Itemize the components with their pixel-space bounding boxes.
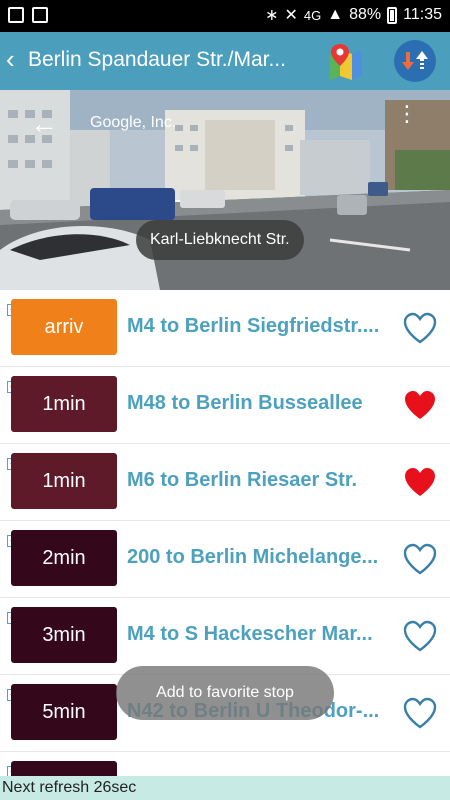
departure-row[interactable]: + arriv M4 to Berlin Siegfriedstr....: [0, 290, 450, 367]
departure-time-badge: arriv: [11, 299, 117, 355]
street-view-provider: Google, Inc.: [90, 114, 177, 131]
back-button[interactable]: ‹: [6, 44, 15, 74]
map-button[interactable]: [328, 42, 364, 80]
departure-row[interactable]: + 2min 200 to Berlin Michelange...: [0, 521, 450, 598]
route-label[interactable]: M4 to Berlin Siegfriedstr....: [127, 315, 395, 338]
departure-time-badge: 3min: [11, 607, 117, 663]
street-view-back-button[interactable]: ←: [30, 108, 58, 140]
battery-level: 88%: [349, 6, 382, 23]
status-bar: ∗ ✕ 4G ▲ 88% 11:35: [0, 0, 450, 32]
route-label[interactable]: M6 to Berlin Riesaer Str.: [127, 469, 395, 492]
heart-filled-icon[interactable]: [402, 466, 438, 498]
heart-filled-icon[interactable]: [402, 389, 438, 421]
street-name-label: Karl-Liebknecht Str.: [136, 220, 304, 260]
toast-message: Add to favorite stop: [116, 666, 334, 720]
heart-outline-icon[interactable]: [402, 620, 438, 652]
heart-outline-icon[interactable]: [402, 312, 438, 344]
departure-time-badge: 5min: [11, 684, 117, 740]
street-view-more-button[interactable]: ⋮: [396, 103, 418, 125]
heart-outline-icon[interactable]: [402, 697, 438, 729]
departure-row[interactable]: + 3min M4 to S Hackescher Mar...: [0, 598, 450, 675]
route-label[interactable]: M48 to Berlin Busseallee: [127, 392, 395, 415]
street-view-panel[interactable]: ← Google, Inc. ⋮ Karl-Liebknecht Str.: [0, 90, 450, 290]
mute-icon: ✕: [284, 7, 298, 24]
battery-icon: [387, 6, 398, 24]
refresh-countdown: Next refresh 26sec: [0, 776, 450, 800]
direction-toggle-button[interactable]: [394, 40, 436, 82]
departure-time-badge: 2min: [11, 530, 117, 586]
street-view-image: [0, 90, 450, 290]
status-notifications: [8, 7, 48, 23]
mail-icon: [32, 7, 48, 23]
departure-row[interactable]: + 1min M48 to Berlin Busseallee: [0, 367, 450, 444]
app-bar: ‹ Berlin Spandauer Str./Mar...: [0, 32, 450, 90]
stop-title: Berlin Spandauer Str./Mar...: [28, 48, 286, 71]
route-label[interactable]: 200 to Berlin Michelange...: [127, 546, 395, 569]
bluetooth-icon: ∗: [265, 7, 279, 24]
map-pin-icon: [330, 44, 362, 80]
departure-time-badge: 1min: [11, 453, 117, 509]
gallery-icon: [8, 7, 24, 23]
swap-arrows-icon: [402, 51, 428, 70]
heart-outline-icon[interactable]: [402, 543, 438, 575]
departure-time-badge: 1min: [11, 376, 117, 432]
route-label[interactable]: M4 to S Hackescher Mar...: [127, 623, 395, 646]
network-type: 4G: [303, 7, 322, 23]
departure-time-badge: [11, 761, 117, 776]
departure-row[interactable]: +: [0, 752, 450, 776]
status-system: ∗ ✕ 4G ▲ 88% 11:35: [265, 5, 442, 25]
signal-icon: ▲: [327, 6, 344, 23]
departure-row[interactable]: + 1min M6 to Berlin Riesaer Str.: [0, 444, 450, 521]
clock: 11:35: [403, 6, 442, 23]
